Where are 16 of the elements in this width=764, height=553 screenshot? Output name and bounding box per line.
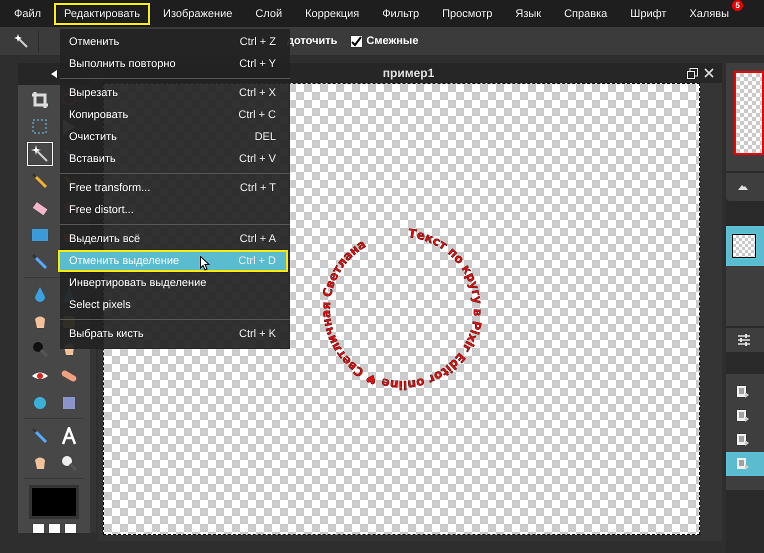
menu-item[interactable]: Изображение bbox=[153, 2, 242, 24]
menu-entry[interactable]: Выполнить повторно Ctrl + Y bbox=[58, 53, 288, 75]
menu-item[interactable]: Фильтр bbox=[372, 2, 430, 24]
menu-item[interactable]: Коррекция bbox=[295, 2, 370, 24]
menu-item[interactable]: Справка bbox=[554, 2, 618, 24]
menu-item[interactable]: Шрифт bbox=[620, 2, 676, 24]
menu-item[interactable]: Слой bbox=[245, 2, 292, 24]
notification-badge: 5 bbox=[732, 0, 744, 10]
menu-item[interactable]: Язык bbox=[505, 2, 552, 24]
menu-entry[interactable]: Отменить Ctrl + Z bbox=[58, 31, 288, 53]
checkbox[interactable]: Смежные bbox=[351, 35, 418, 47]
document-title: пример1 bbox=[382, 66, 436, 80]
menu-item[interactable]: Просмотр bbox=[432, 2, 502, 24]
menu-item[interactable]: Файл bbox=[4, 2, 52, 24]
menu-item[interactable]: Редактировать bbox=[54, 2, 150, 24]
option-label: доточить bbox=[287, 35, 338, 47]
